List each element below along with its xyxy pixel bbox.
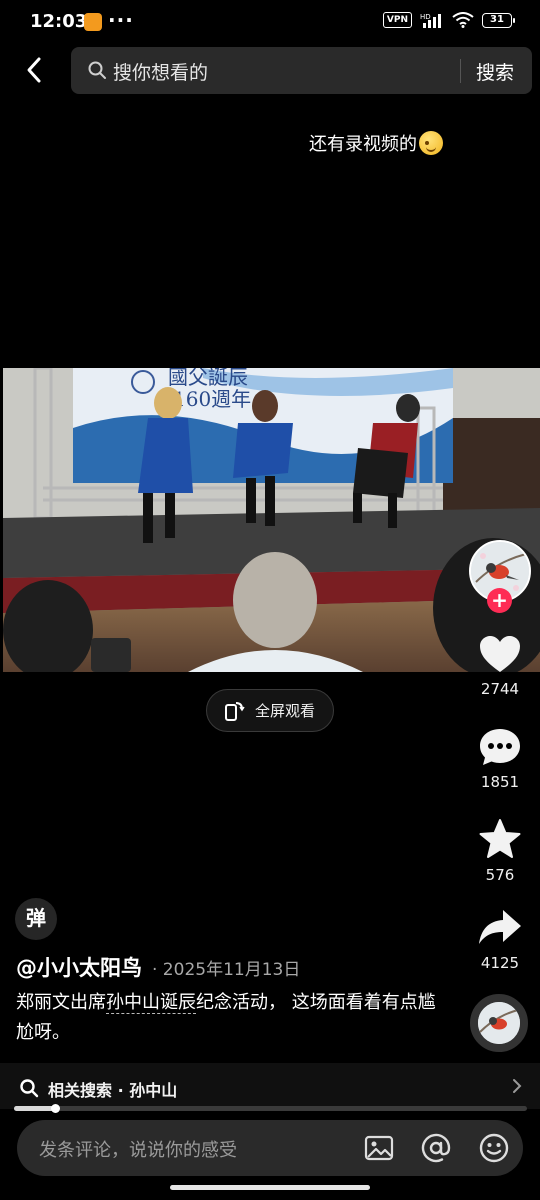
heart-icon bbox=[480, 636, 520, 672]
video-progress-fill bbox=[14, 1106, 56, 1111]
like-count: 2744 bbox=[480, 680, 520, 698]
emoji-icon[interactable] bbox=[478, 1132, 510, 1164]
music-cover-image bbox=[478, 1002, 520, 1044]
chevron-right-icon bbox=[513, 1079, 522, 1093]
related-search-bar[interactable]: 相关搜索 · 孙中山 bbox=[0, 1063, 540, 1109]
banner-text-1: 國父誕辰 bbox=[168, 368, 248, 389]
battery-icon: 31 bbox=[482, 12, 515, 28]
search-input[interactable]: 搜你想看的 搜索 bbox=[71, 47, 532, 94]
comment-count: 1851 bbox=[480, 773, 520, 791]
post-date: · 2025年11月13日 bbox=[152, 960, 301, 980]
video-description: 郑丽文出席孙中山诞辰纪念活动， 这场面看着有点尴尬呀。 bbox=[16, 988, 436, 1048]
vpn-icon: VPN bbox=[382, 12, 412, 28]
description-search-link[interactable]: 孙中山诞辰 bbox=[106, 992, 196, 1014]
notification-app-icon bbox=[84, 13, 102, 31]
fullscreen-label: 全屏观看 bbox=[255, 702, 316, 720]
home-indicator[interactable] bbox=[170, 1185, 370, 1190]
fullscreen-button[interactable]: 全屏观看 bbox=[206, 689, 334, 732]
banner-text-2: 160週年 bbox=[173, 387, 251, 411]
smirk-emoji-icon bbox=[419, 131, 443, 155]
search-icon bbox=[88, 61, 106, 79]
status-bar: 12:03 ··· VPN HD 31 bbox=[0, 0, 540, 44]
status-time: 12:03 bbox=[30, 11, 88, 32]
share-count: 4125 bbox=[480, 954, 520, 972]
more-notifications-icon: ··· bbox=[108, 8, 134, 32]
danmaku-toggle-button[interactable]: 弹 bbox=[15, 898, 57, 940]
image-icon[interactable] bbox=[363, 1132, 395, 1164]
back-button[interactable] bbox=[18, 54, 50, 86]
search-button[interactable]: 搜索 bbox=[476, 58, 514, 85]
search-placeholder: 搜你想看的 bbox=[113, 62, 209, 84]
signal-icon: HD bbox=[420, 13, 441, 28]
video-progress-thumb[interactable] bbox=[51, 1104, 61, 1113]
author-line: @小小太阳鸟 · 2025年11月13日 bbox=[16, 952, 300, 982]
status-icons: VPN HD 31 bbox=[382, 12, 515, 28]
comment-button[interactable]: 1851 bbox=[470, 727, 530, 791]
comment-bubble-icon bbox=[480, 729, 520, 765]
overlay-caption-text: 还有录视频的 bbox=[309, 134, 417, 155]
music-disc[interactable] bbox=[470, 994, 528, 1052]
wifi-icon bbox=[452, 12, 474, 28]
share-arrow-icon bbox=[479, 910, 521, 944]
svg-text:HD: HD bbox=[420, 13, 431, 21]
like-button[interactable]: 2744 bbox=[470, 634, 530, 698]
rotate-screen-icon bbox=[225, 701, 245, 721]
comment-input-bar[interactable]: 发条评论，说说你的感受 bbox=[17, 1120, 523, 1176]
video-overlay-caption: 还有录视频的 bbox=[309, 130, 443, 156]
author-name[interactable]: @小小太阳鸟 bbox=[16, 952, 142, 982]
mention-icon[interactable] bbox=[420, 1132, 452, 1164]
favorite-count: 576 bbox=[485, 866, 515, 884]
video-progress-bar[interactable] bbox=[14, 1104, 527, 1113]
search-icon bbox=[20, 1079, 39, 1098]
related-search-label: 相关搜索 · 孙中山 bbox=[48, 1081, 178, 1100]
video-player[interactable]: 國父誕辰 160週年 bbox=[3, 368, 540, 672]
favorite-button[interactable]: 576 bbox=[470, 818, 530, 884]
comment-placeholder: 发条评论，说说你的感受 bbox=[39, 1140, 237, 1161]
follow-button[interactable]: + bbox=[487, 588, 512, 613]
share-button[interactable]: 4125 bbox=[470, 908, 530, 972]
description-prefix: 郑丽文出席 bbox=[16, 992, 106, 1013]
chevron-left-icon bbox=[27, 57, 41, 83]
video-frame-image: 國父誕辰 160週年 bbox=[3, 368, 540, 672]
search-divider bbox=[460, 59, 461, 83]
star-icon bbox=[479, 819, 521, 858]
